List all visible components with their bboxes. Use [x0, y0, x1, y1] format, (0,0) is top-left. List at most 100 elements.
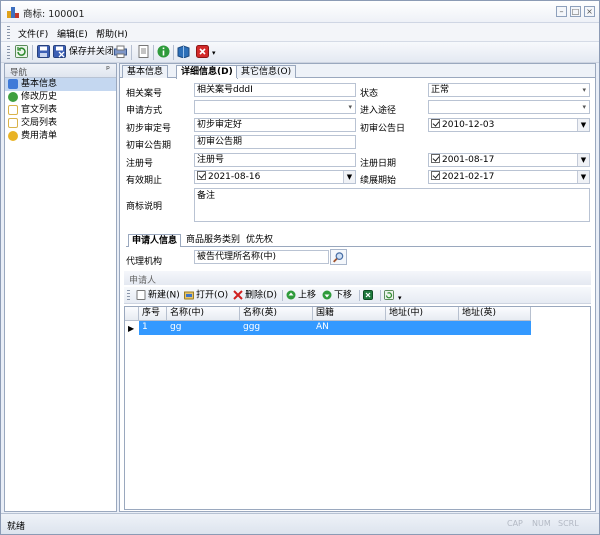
date-checkbox[interactable]: [431, 171, 440, 180]
applicant-group-title: 申请人: [124, 271, 591, 285]
move-down-label: 下移: [334, 291, 352, 301]
entry-path-combo[interactable]: ▾: [428, 100, 590, 114]
chevron-down-icon[interactable]: ▼: [577, 154, 589, 166]
tab-other-info[interactable]: 其它信息(O): [236, 65, 296, 78]
toolbar-separator: [131, 45, 132, 60]
refresh-button[interactable]: [15, 45, 28, 60]
table-row[interactable]: [139, 321, 531, 335]
agent-field[interactable]: 被告代理所名称(中): [194, 250, 329, 264]
menu-bar: 文件(F) 编辑(E) 帮助(H): [1, 23, 599, 42]
new-document-icon: [136, 290, 146, 300]
maximize-button[interactable]: □: [570, 6, 581, 17]
column-header[interactable]: 名称(中): [167, 307, 240, 321]
applicant-grid[interactable]: 序号 名称(中) 名称(英) 国籍 地址(中) 地址(英) ▶ 1 gg ggg…: [124, 306, 591, 510]
chevron-down-icon[interactable]: ▼: [577, 171, 589, 183]
valid-until-picker[interactable]: 2021-08-16▼: [194, 170, 356, 184]
nav-item-fees[interactable]: 费用清单: [5, 130, 116, 143]
book-button[interactable]: [177, 45, 190, 60]
prelim-no-label: 初步审定号: [126, 121, 171, 134]
reg-no-field[interactable]: 注册号: [194, 153, 356, 167]
prelim-pub-period-field[interactable]: 初审公告期: [194, 135, 356, 149]
subtab-priority[interactable]: 优先权: [243, 234, 276, 247]
column-header[interactable]: 名称(英): [240, 307, 313, 321]
open-button[interactable]: 打开(O): [184, 290, 228, 302]
menu-grip[interactable]: [7, 26, 10, 39]
save-icon: [37, 45, 50, 58]
table-cell: gg: [167, 322, 181, 332]
tab-basic-info[interactable]: 基本信息: [122, 65, 168, 78]
desc-textarea[interactable]: 备注: [194, 188, 590, 222]
subtab-applicant-info[interactable]: 申请人信息: [128, 234, 181, 247]
related-no-value: 相关案号ddd: [197, 85, 250, 95]
menu-edit[interactable]: 编辑(E): [57, 27, 88, 40]
pin-icon[interactable]: ᵖ: [106, 65, 110, 75]
save-close-label: 保存并关闭: [69, 47, 114, 57]
toolbar-grip[interactable]: [7, 46, 10, 59]
prelim-no-field[interactable]: 初步审定好: [194, 118, 356, 132]
column-header[interactable]: 国籍: [313, 307, 386, 321]
nav-item-history[interactable]: 修改历史: [5, 91, 116, 104]
save-close-button[interactable]: 保存并关闭: [53, 45, 114, 60]
status-combo[interactable]: 正常▾: [428, 83, 590, 97]
nav-item-basic-info[interactable]: 基本信息: [5, 78, 116, 91]
nav-item-label: 官文列表: [21, 105, 57, 115]
open-icon: [184, 290, 194, 300]
new-button[interactable]: 新建(N): [136, 290, 180, 302]
delete-button[interactable]: [196, 45, 209, 60]
delete-label: 删除(D): [245, 291, 277, 301]
prelim-pub-date-picker[interactable]: 2010-12-03▼: [428, 118, 590, 132]
close-button[interactable]: ×: [584, 6, 595, 17]
save-button[interactable]: [37, 45, 50, 60]
move-up-button[interactable]: 上移: [286, 290, 316, 302]
prelim-pub-date-label: 初审公告日: [360, 121, 405, 134]
document-button[interactable]: [137, 45, 150, 60]
refresh-grid-button[interactable]: [384, 290, 396, 302]
column-header[interactable]: 地址(中): [386, 307, 459, 321]
chevron-down-icon: ▾: [348, 101, 352, 113]
num-indicator: NUM: [532, 519, 551, 528]
subtab-goods-services[interactable]: 商品服务类别: [183, 234, 243, 247]
nav-item-official-docs[interactable]: 官文列表: [5, 104, 116, 117]
chevron-down-icon[interactable]: ▼: [343, 171, 355, 183]
desc-label: 商标说明: [126, 199, 162, 212]
excel-icon: [363, 290, 373, 300]
column-header[interactable]: 地址(英): [459, 307, 531, 321]
toolbar-grip[interactable]: [127, 290, 130, 301]
book-icon: [177, 45, 190, 58]
navigation-panel: 导航 ᵖ 基本信息 修改历史 官文列表 交局列表 费用清单: [4, 63, 117, 512]
apply-method-combo[interactable]: ▾: [194, 100, 356, 114]
minimize-button[interactable]: –: [556, 6, 567, 17]
arrow-down-icon: [322, 290, 332, 300]
tab-detail-info[interactable]: 详细信息(D): [176, 65, 238, 79]
nav-item-submissions[interactable]: 交局列表: [5, 117, 116, 130]
menu-help[interactable]: 帮助(H): [96, 27, 128, 40]
window-title: 商标: 100001: [23, 6, 85, 20]
history-icon: [8, 92, 18, 102]
date-checkbox[interactable]: [431, 119, 440, 128]
export-excel-button[interactable]: [363, 290, 375, 302]
related-no-field[interactable]: 相关案号dddI: [194, 83, 356, 97]
reg-date-picker[interactable]: 2001-08-17▼: [428, 153, 590, 167]
menu-file[interactable]: 文件(F): [18, 27, 48, 40]
renew-start-picker[interactable]: 2021-02-17▼: [428, 170, 590, 184]
table-cell: 1: [139, 322, 148, 332]
agent-search-button[interactable]: [330, 249, 347, 265]
print-button[interactable]: [114, 45, 127, 60]
delete-x-icon: [233, 290, 243, 300]
related-no-label: 相关案号: [126, 86, 162, 99]
delete-icon: [196, 45, 209, 58]
column-header[interactable]: 序号: [139, 307, 167, 321]
date-checkbox[interactable]: [197, 171, 206, 180]
info-button[interactable]: [157, 45, 170, 60]
toolbar-overflow-icon[interactable]: ▾: [398, 293, 402, 304]
nav-header: 导航 ᵖ: [5, 64, 116, 78]
toolbar-overflow-icon[interactable]: ▾: [212, 49, 216, 64]
chevron-down-icon[interactable]: ▼: [577, 119, 589, 131]
delete-row-button[interactable]: 删除(D): [233, 290, 277, 302]
move-down-button[interactable]: 下移: [322, 290, 352, 302]
refresh-icon: [15, 45, 28, 58]
prelim-no-value: 初步审定好: [197, 120, 242, 130]
move-up-label: 上移: [298, 291, 316, 301]
date-checkbox[interactable]: [431, 154, 440, 163]
toolbar-separator: [32, 45, 33, 60]
